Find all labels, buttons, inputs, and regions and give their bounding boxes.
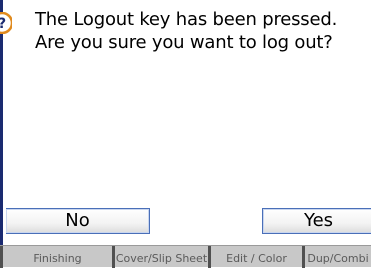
message-line-2: Are you sure you want to log out? [35,32,333,53]
tab-cover-slip-sheet[interactable]: Cover/Slip Sheet [112,246,208,268]
no-button[interactable]: No [6,208,150,234]
logout-confirm-dialog: ? The Logout key has been pressed. Are y… [0,0,371,245]
tab-edit-color[interactable]: Edit / Color [208,246,302,268]
yes-button[interactable]: Yes [262,208,371,234]
svg-text:?: ? [0,16,6,32]
tab-finishing[interactable]: Finishing [0,246,112,268]
function-tab-bar: Finishing Cover/Slip Sheet Edit / Color … [0,245,371,268]
question-mark-icon: ? [0,12,12,34]
tab-dup-combi[interactable]: Dup/Combi [302,246,371,268]
dialog-message: The Logout key has been pressed. Are you… [35,8,370,54]
message-line-1: The Logout key has been pressed. [35,9,338,30]
